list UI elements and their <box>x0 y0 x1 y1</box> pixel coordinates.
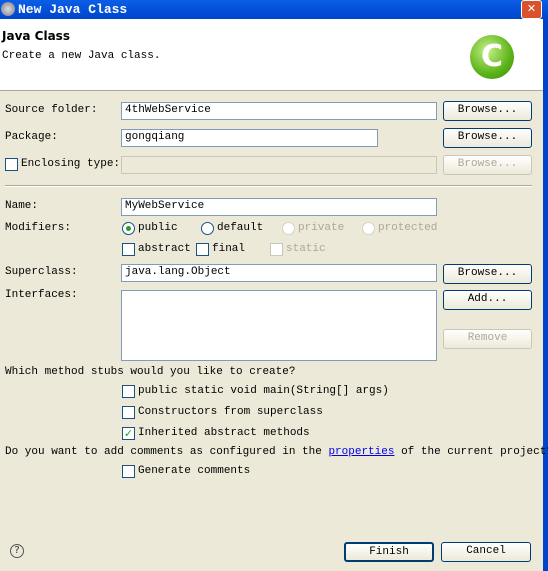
protected-radio <box>362 222 375 235</box>
package-browse-button[interactable]: Browse... <box>443 128 532 148</box>
page-description: Create a new Java class. <box>2 50 161 62</box>
source-folder-input[interactable]: 4thWebService <box>121 102 437 120</box>
name-input[interactable]: MyWebService <box>121 198 437 216</box>
enclosing-type-label: Enclosing type: <box>21 158 121 170</box>
main-method-checkbox[interactable] <box>122 385 135 398</box>
main-method-label: public static void main(String[] args) <box>138 385 389 397</box>
close-icon[interactable]: ✕ <box>521 0 542 19</box>
cancel-button[interactable]: Cancel <box>441 542 531 562</box>
help-icon[interactable]: ? <box>10 544 24 558</box>
superclass-input[interactable]: java.lang.Object <box>121 264 437 282</box>
generate-comments-checkbox[interactable] <box>122 465 135 478</box>
package-input[interactable]: gongqiang <box>121 129 378 147</box>
source-folder-label: Source folder: <box>5 104 98 116</box>
default-radio[interactable] <box>201 222 214 235</box>
modifiers-label: Modifiers: <box>5 222 72 234</box>
window-border <box>543 19 548 571</box>
window-title: New Java Class <box>18 2 128 17</box>
comments-question-text: Do you want to add comments as configure… <box>5 446 329 458</box>
enclosing-type-browse-button: Browse... <box>443 155 532 175</box>
private-label: private <box>298 222 345 234</box>
eclipse-icon <box>1 2 15 16</box>
public-label: public <box>138 222 178 234</box>
abstract-checkbox[interactable] <box>122 243 135 256</box>
generate-comments-label: Generate comments <box>138 465 251 477</box>
inherited-methods-label: Inherited abstract methods <box>138 427 310 439</box>
package-label: Package: <box>5 131 58 143</box>
constructors-checkbox[interactable] <box>122 406 135 419</box>
comments-question: Do you want to add comments as configure… <box>5 446 548 460</box>
constructors-label: Constructors from superclass <box>138 406 323 418</box>
title-bar: New Java Class <box>0 0 548 19</box>
source-folder-browse-button[interactable]: Browse... <box>443 101 532 121</box>
superclass-label: Superclass: <box>5 266 78 278</box>
method-stubs-question: Which method stubs would you like to cre… <box>5 366 296 378</box>
properties-link[interactable]: properties <box>328 446 394 458</box>
inherited-methods-checkbox[interactable]: ✓ <box>122 427 135 440</box>
static-label: static <box>286 243 326 255</box>
interfaces-remove-button: Remove <box>443 329 532 349</box>
private-radio <box>282 222 295 235</box>
interfaces-add-button[interactable]: Add... <box>443 290 532 310</box>
java-class-logo-icon: C <box>470 35 514 79</box>
finish-button[interactable]: Finish <box>344 542 434 562</box>
name-label: Name: <box>5 200 39 212</box>
enclosing-type-input <box>121 156 437 174</box>
default-label: default <box>217 222 264 234</box>
page-title: Java Class <box>2 29 70 43</box>
separator <box>5 185 532 187</box>
interfaces-list[interactable] <box>121 290 437 361</box>
wizard-header: Java Class Create a new Java class. C <box>0 19 543 91</box>
protected-label: protected <box>378 222 438 234</box>
abstract-label: abstract <box>138 243 191 255</box>
final-checkbox[interactable] <box>196 243 209 256</box>
enclosing-type-checkbox[interactable] <box>5 158 18 171</box>
public-radio[interactable] <box>122 222 135 235</box>
superclass-browse-button[interactable]: Browse... <box>443 264 532 284</box>
final-label: final <box>212 243 246 255</box>
interfaces-label: Interfaces: <box>5 289 78 301</box>
static-checkbox <box>270 243 283 256</box>
comments-question-text-end: of the current project? <box>394 446 548 458</box>
